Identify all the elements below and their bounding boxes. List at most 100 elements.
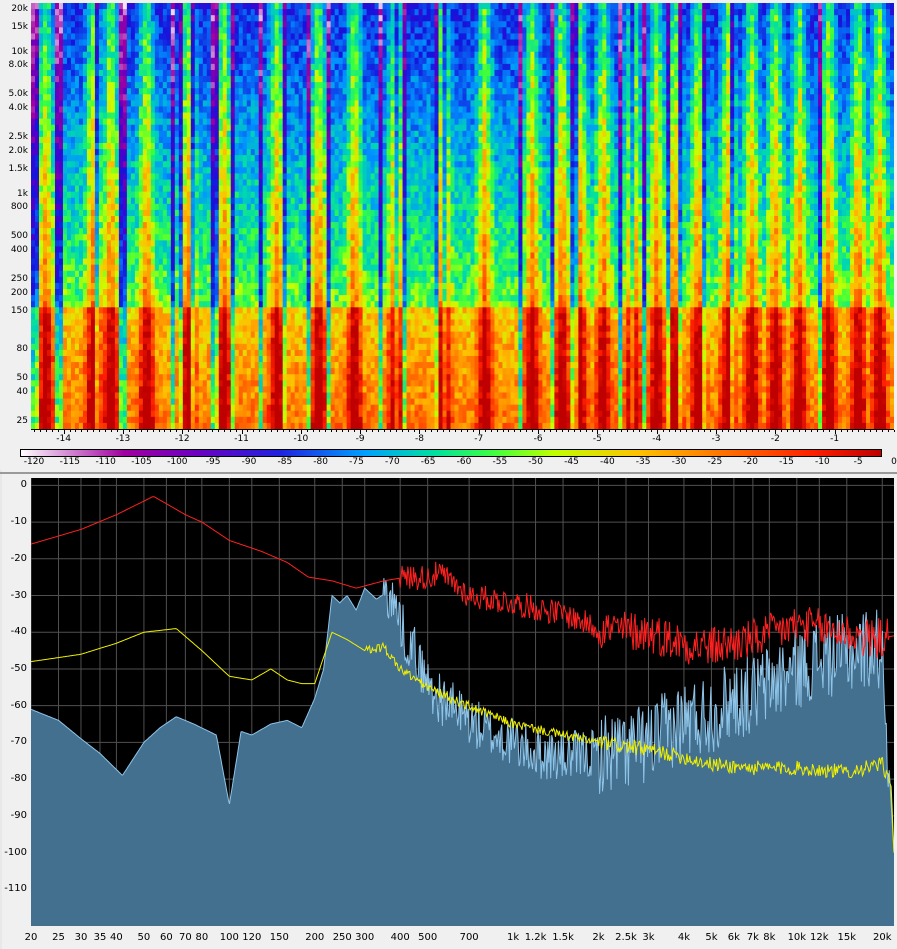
spectrogram-cell <box>266 295 272 302</box>
spectrogram-cell <box>114 209 120 217</box>
spectrogram-cell <box>70 88 76 95</box>
spectrogram-cell <box>90 173 96 181</box>
spectrogram-cell <box>254 118 260 126</box>
spectrogram-cell <box>134 112 140 120</box>
spectrogram-cell <box>134 136 140 144</box>
spectrogram-cell <box>62 161 68 168</box>
spectrogram-cell <box>90 337 96 345</box>
spectrogram-cell <box>230 343 236 351</box>
spectrogram-cell <box>158 313 164 321</box>
spectrogram-cell <box>234 179 240 187</box>
spectrogram-cell <box>282 325 288 333</box>
spectrogram-cell <box>182 15 188 22</box>
spectrogram-cell <box>246 410 252 418</box>
spectrogram-cell <box>62 76 68 83</box>
spectrogram-cell <box>262 94 268 101</box>
spectrogram-cell <box>122 94 128 101</box>
spectrogram-cell <box>270 124 276 132</box>
spectrogram-cell <box>118 282 124 290</box>
spectrogram-cell <box>54 374 60 381</box>
spectrogram-cell <box>82 216 88 223</box>
spectrogram-cell <box>174 142 180 150</box>
spectrogram-cell <box>74 228 80 235</box>
spectrogram-cell <box>230 106 236 114</box>
spectrogram-cell <box>94 386 100 394</box>
spectrogram-cell <box>46 112 52 120</box>
spectrogram-cell <box>70 282 76 290</box>
spectrogram-cell <box>158 106 164 114</box>
spectrogram-cell <box>82 343 88 351</box>
spectrogram-cell <box>82 368 88 375</box>
spectrogram-cell <box>286 313 292 321</box>
spectrogram-cell <box>290 374 296 381</box>
spectrogram-cell <box>310 282 316 290</box>
spectrogram-cell <box>246 264 252 272</box>
spectrogram-cell <box>146 63 152 71</box>
spectrogram-cell <box>178 301 184 308</box>
spectrogram-cell <box>134 276 140 284</box>
spectrogram-cell <box>254 124 260 132</box>
spectrogram-cell <box>70 3 76 10</box>
spectrogram-cell <box>130 9 136 16</box>
spectrogram-cell <box>290 94 296 101</box>
spectrogram-cell <box>58 234 64 241</box>
spectrogram-cell <box>78 167 84 174</box>
spectrogram-cell <box>190 276 196 284</box>
spectrogram-cell <box>198 51 204 59</box>
spectrogram-cell <box>298 179 304 187</box>
spectrogram-cell <box>78 264 84 272</box>
spectrogram-cell <box>294 404 300 412</box>
spectrogram-cell <box>166 76 172 83</box>
spectrogram-cell <box>162 9 168 16</box>
spectrogram-cell <box>146 216 152 223</box>
spectrogram-cell <box>290 404 296 412</box>
spectrogram-cell <box>166 319 172 327</box>
spectrogram-cell <box>134 374 140 381</box>
spectrogram-plot[interactable] <box>31 3 894 429</box>
spectrogram-cell <box>310 3 316 10</box>
spectrogram-cell <box>70 118 76 126</box>
spectrogram-cell <box>58 118 64 126</box>
spectrogram-cell <box>206 88 212 95</box>
spectrogram-cell <box>242 88 248 95</box>
spectrogram-cell <box>38 331 44 339</box>
spectrogram-cell <box>70 398 76 406</box>
spectrogram-cell <box>102 185 108 193</box>
spectrogram-cell <box>142 94 148 101</box>
spectrogram-cell <box>66 51 72 59</box>
spectrogram-y-tick-label: 1.5k <box>8 164 28 174</box>
spectrogram-cell <box>214 337 220 345</box>
spectrogram-cell <box>118 15 124 22</box>
spectrogram-cell <box>78 179 84 187</box>
spectrogram-cell <box>238 264 244 272</box>
spectrogram-cell <box>282 264 288 272</box>
spectrogram-cell <box>130 337 136 345</box>
spectrogram-cell <box>306 380 312 387</box>
spectrogram-cell <box>298 386 304 394</box>
spectrogram-cell <box>35 130 40 138</box>
spectrogram-cell <box>278 246 284 254</box>
spectrogram-cell <box>62 167 68 174</box>
spectrogram-cell <box>298 307 304 314</box>
spectrogram-cell <box>306 161 312 168</box>
spectrogram-cell <box>170 398 176 406</box>
spectrogram-cell <box>35 142 40 150</box>
spectrogram-cell <box>78 88 84 95</box>
spectrogram-cell <box>242 380 248 387</box>
spectrogram-cell <box>194 337 200 345</box>
spectrogram-cell <box>58 252 64 260</box>
spectrogram-cell <box>70 307 76 314</box>
spectrogram-cell <box>174 319 180 327</box>
spectrogram-cell <box>242 167 248 174</box>
spectrogram-cell <box>94 295 100 302</box>
spectrogram-cell <box>266 112 272 120</box>
spectrogram-cell <box>234 76 240 83</box>
spectrogram-cell <box>226 100 232 108</box>
spectrogram-cell <box>82 100 88 108</box>
spectrogram-cell <box>266 63 272 71</box>
spectrogram-cell <box>102 179 108 187</box>
spectrogram-cell <box>142 398 148 406</box>
spectrogram-cell <box>106 130 112 138</box>
spectrogram-cell <box>262 124 268 132</box>
spectrogram-cell <box>258 39 264 47</box>
